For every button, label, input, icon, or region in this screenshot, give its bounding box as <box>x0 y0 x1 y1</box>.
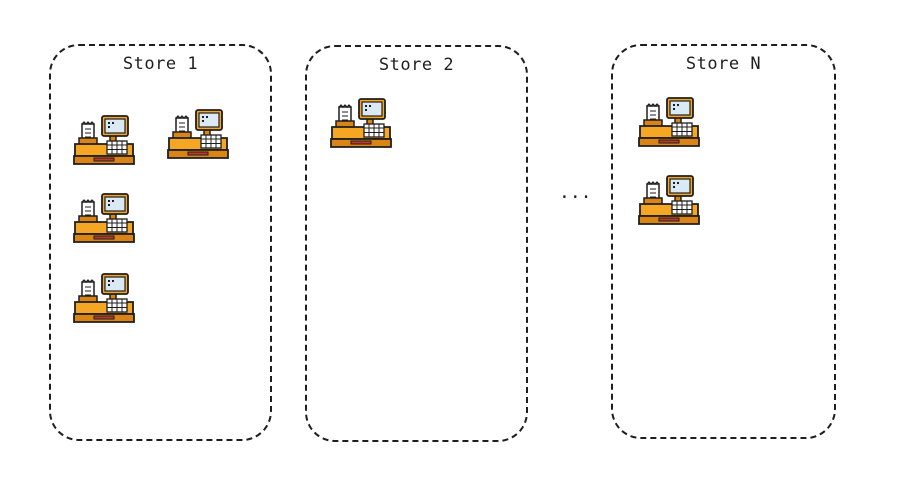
cash-register-icon <box>166 108 230 160</box>
cash-register-icon <box>72 192 136 244</box>
store-n-title: Store N <box>685 54 762 74</box>
ellipsis-separator: ... <box>559 182 592 203</box>
store-2-container: Store 2 <box>305 45 528 442</box>
store-2-title: Store 2 <box>378 55 455 75</box>
cash-register-icon <box>329 97 393 149</box>
cash-register-icon <box>637 174 701 226</box>
store-n-container: Store N <box>611 44 836 439</box>
store-1-title: Store 1 <box>122 54 199 74</box>
cash-register-icon <box>72 272 136 324</box>
store-1-container: Store 1 <box>49 44 272 441</box>
cash-register-icon <box>72 114 136 166</box>
cash-register-icon <box>637 96 701 148</box>
